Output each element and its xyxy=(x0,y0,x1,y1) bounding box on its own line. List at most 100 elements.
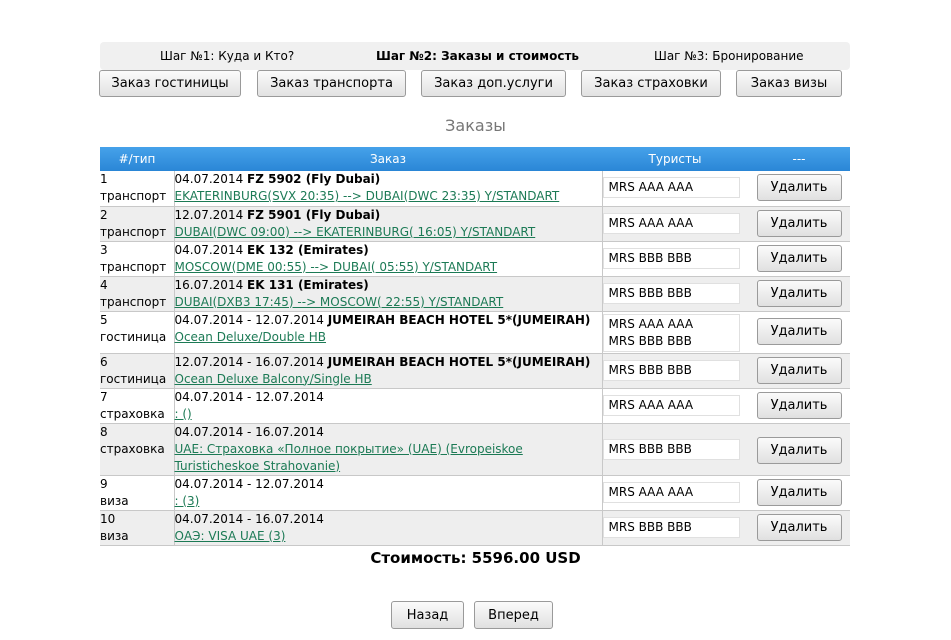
order-type-cell: 2 транспорт xyxy=(100,206,174,242)
order-cell: 04.07.2014 - 12.07.2014: (3) xyxy=(173,475,602,511)
order-type-cell: 10 виза xyxy=(100,510,174,546)
back-button[interactable]: Назад xyxy=(391,601,464,629)
order-type-cell: 3 транспорт xyxy=(100,241,174,277)
tourist-name: MRS AAA AAA xyxy=(608,180,694,194)
delete-button[interactable]: Удалить xyxy=(756,174,842,201)
actions-cell: Удалить xyxy=(748,388,850,424)
delete-button[interactable]: Удалить xyxy=(756,478,842,506)
col-header-actions: --- xyxy=(748,147,850,171)
delete-button[interactable]: Удалить xyxy=(756,209,842,237)
page-title: Заказы xyxy=(445,116,506,135)
table-row: 9 виза 04.07.2014 - 12.07.2014: (3) MRS AAA… xyxy=(100,475,850,511)
delete-button[interactable]: Удалить xyxy=(756,436,842,464)
order-title: JUMEIRAH BEACH HOTEL 5*(JUMEIRAH) xyxy=(327,354,591,369)
order-details-link[interactable]: : (3) xyxy=(175,494,200,508)
table-row: 5 гостиница 04.07.2014 - 12.07.2014 JUMEIR… xyxy=(100,311,850,354)
forward-button[interactable]: Вперед xyxy=(474,601,553,629)
tourists-cell: MRS BBB BBB xyxy=(601,276,748,312)
order-title: JUMEIRAH BEACH HOTEL 5*(JUMEIRAH) xyxy=(327,312,591,327)
order-type: страховка xyxy=(100,441,165,456)
tourist-name: MRS BBB BBB xyxy=(608,441,692,456)
order-type: транспорт xyxy=(100,294,167,309)
order-type-cell: 1 транспорт xyxy=(100,171,174,207)
tourist-name: MRS BBB BBB xyxy=(608,333,692,348)
delete-button[interactable]: Удалить xyxy=(756,391,842,419)
col-header-type: #/тип xyxy=(100,147,174,171)
actions-cell: Удалить xyxy=(748,475,850,511)
tourist-name: MRS BBB BBB xyxy=(608,519,692,534)
order-title: EK 132 (Emirates) xyxy=(247,242,369,257)
order-extra-service-button[interactable]: Заказ доп.услуги xyxy=(421,70,566,97)
order-insurance-button[interactable]: Заказ страховки xyxy=(581,70,721,97)
table-row: 10 виза 04.07.2014 - 16.07.2014 ОАЭ: VISA U… xyxy=(100,510,850,546)
tourists-cell: MRS AAA AAA MRS BBB BBB xyxy=(601,311,748,354)
order-number: 9 xyxy=(100,476,108,491)
order-type-cell: 5 гостиница xyxy=(100,311,174,354)
order-details-link[interactable]: MOSCOW(DME 00:55) --> DUBAI( 05:55) Y/ST… xyxy=(175,260,498,274)
order-visa-button[interactable]: Заказ визы xyxy=(736,70,842,97)
order-details-link[interactable]: DUBAI(DWC 09:00) --> EKATERINBURG( 16:05… xyxy=(175,225,536,239)
table-row: 6 гостиница 12.07.2014 - 16.07.2014 JUMEIR… xyxy=(100,353,850,389)
order-number: 3 xyxy=(100,242,108,257)
order-date: 12.07.2014 xyxy=(174,207,244,222)
order-cell: 04.07.2014 - 16.07.2014 ОАЭ: VISA UAE (3) xyxy=(173,510,602,546)
table-row: 7 страховка 04.07.2014 - 12.07.2014: () MRS… xyxy=(100,388,850,424)
actions-cell: Удалить xyxy=(748,353,850,389)
order-date: 04.07.2014 - 12.07.2014 xyxy=(174,312,324,327)
order-number: 5 xyxy=(100,312,108,327)
delete-button[interactable]: Удалить xyxy=(756,244,842,272)
table-row: 8 страховка 04.07.2014 - 16.07.2014 UAE: Ст… xyxy=(100,423,850,476)
delete-button[interactable]: Удалить xyxy=(756,513,842,541)
col-header-tourists: Туристы xyxy=(602,147,748,171)
order-cell: 12.07.2014 - 16.07.2014 JUMEIRAH BEACH H… xyxy=(173,353,602,389)
order-details-link[interactable]: DUBAI(DXB3 17:45) --> MOSCOW( 22:55) Y/S… xyxy=(175,295,504,309)
order-type: страховка xyxy=(100,406,165,421)
tourist-name: MRS AAA AAA xyxy=(608,215,694,230)
order-hotel-button[interactable]: Заказ гостиницы xyxy=(99,70,241,97)
order-type: транспорт xyxy=(100,189,167,203)
tourists-box: MRS BBB BBB xyxy=(602,247,740,269)
tourists-cell: MRS BBB BBB xyxy=(601,353,748,389)
delete-button[interactable]: Удалить xyxy=(756,317,842,345)
order-details-link[interactable]: Ocean Deluxe Balcony/Single HB xyxy=(175,372,372,386)
step-1: Шаг №1: Куда и Кто? xyxy=(160,49,295,63)
actions-cell: Удалить xyxy=(748,311,850,354)
order-transport-button[interactable]: Заказ транспорта xyxy=(257,70,406,97)
orders-table: #/тип Заказ Туристы --- 1 транспорт 04.07.… xyxy=(100,147,850,546)
order-title: FZ 5902 (Fly Dubai) xyxy=(247,172,381,186)
col-header-order: Заказ xyxy=(174,147,602,171)
order-type: транспорт xyxy=(100,224,167,239)
actions-cell: Удалить xyxy=(748,171,850,207)
order-number: 7 xyxy=(100,389,108,404)
tourist-name: MRS BBB BBB xyxy=(608,362,692,377)
order-cell: 04.07.2014 - 12.07.2014 JUMEIRAH BEACH H… xyxy=(173,311,602,354)
tourists-box: MRS AAA AAA xyxy=(602,177,740,198)
order-details-link[interactable]: ОАЭ: VISA UAE (3) xyxy=(175,529,286,543)
order-date: 04.07.2014 xyxy=(174,172,244,186)
order-details-link[interactable]: UAE: Страховка «Полное покрытие» (UAE) (… xyxy=(175,442,523,473)
delete-button[interactable]: Удалить xyxy=(756,279,842,307)
steps-bar: Шаг №1: Куда и Кто? Шаг №2: Заказы и сто… xyxy=(100,42,850,70)
order-type: гостиница xyxy=(100,371,167,386)
step-3: Шаг №3: Бронирование xyxy=(654,49,804,63)
order-details-link[interactable]: Ocean Deluxe/Double HB xyxy=(175,330,327,344)
tourists-cell: MRS AAA AAA xyxy=(601,206,748,242)
order-title: FZ 5901 (Fly Dubai) xyxy=(247,207,381,222)
order-details-link[interactable]: EKATERINBURG(SVX 20:35) --> DUBAI(DWC 23… xyxy=(175,189,560,203)
order-date: 12.07.2014 - 16.07.2014 xyxy=(174,354,324,369)
tourists-box: MRS BBB BBB xyxy=(602,359,740,381)
order-details-link[interactable]: : () xyxy=(175,407,192,421)
tourist-name: MRS BBB BBB xyxy=(608,285,692,300)
tourists-cell: MRS AAA AAA xyxy=(601,475,748,511)
delete-button[interactable]: Удалить xyxy=(756,356,842,384)
order-cell: 04.07.2014 - 12.07.2014: () xyxy=(173,388,602,424)
order-type: гостиница xyxy=(100,329,167,344)
order-number: 6 xyxy=(100,354,108,369)
order-date: 04.07.2014 - 16.07.2014 xyxy=(174,424,324,439)
tourists-cell: MRS BBB BBB xyxy=(601,241,748,277)
tourists-box: MRS AAA AAA xyxy=(602,394,740,416)
order-cell: 12.07.2014 FZ 5901 (Fly Dubai) DUBAI(DWC … xyxy=(173,206,602,242)
tourists-box: MRS BBB BBB xyxy=(602,438,740,460)
order-type-cell: 7 страховка xyxy=(100,388,174,424)
total-cost: Стоимость: 5596.00 USD xyxy=(370,549,581,567)
